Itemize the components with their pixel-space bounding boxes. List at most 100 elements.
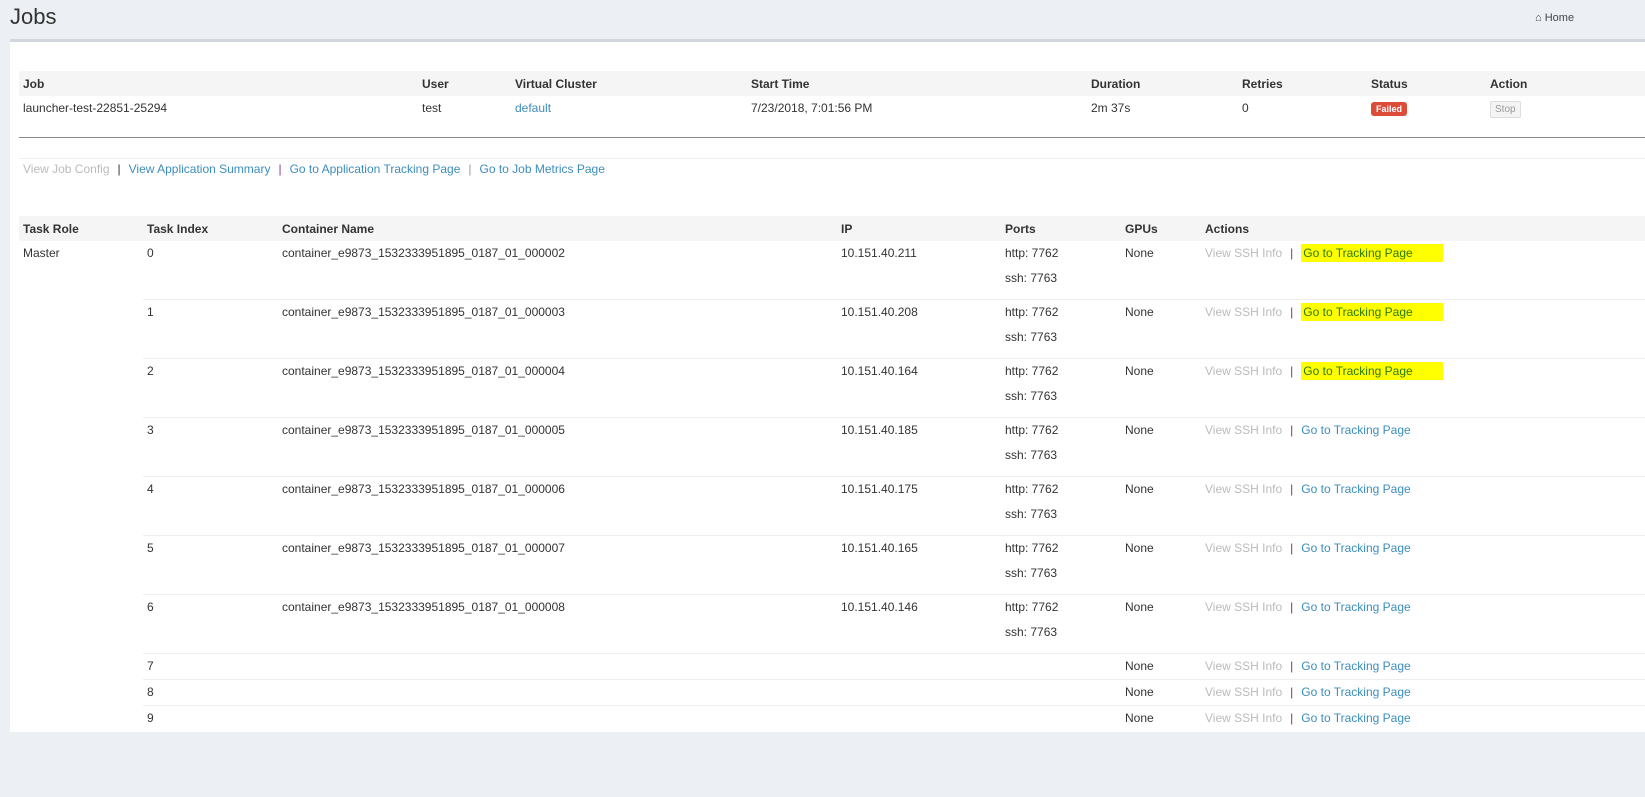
ssh-port: ssh: 7763 [1005,389,1058,403]
task-gpus: None [1121,679,1201,706]
task-row: 7 None View SSH Info | Go to Tracking Page [19,653,1645,680]
app-tracking-link[interactable]: Go to Application Tracking Page [290,162,461,176]
view-ssh-info-link[interactable]: View SSH Info [1205,423,1282,437]
task-index: 1 [143,299,278,359]
http-port: http: 7762 [1005,305,1059,319]
task-gpus: None [1121,705,1201,731]
task-ports: http: 7762 ssh: 7763 [1001,241,1121,300]
separator: | [1290,659,1294,673]
task-gpus: None [1121,653,1201,680]
breadcrumb-home[interactable]: Home [1545,12,1574,24]
container-name: container_e9873_1532333951895_0187_01_00… [278,299,837,359]
task-row: 3 container_e9873_1532333951895_0187_01_… [19,417,1645,477]
task-gpus: None [1121,535,1201,595]
tracking-page-link[interactable]: Go to Tracking Page [1303,364,1412,378]
job-header-user: User [418,71,511,96]
breadcrumb[interactable]: ⌂ Home [1535,12,1574,24]
tracking-page-link[interactable]: Go to Tracking Page [1301,600,1410,614]
tracking-page-link[interactable]: Go to Tracking Page [1301,423,1410,437]
task-ip [837,679,1001,706]
task-ip: 10.151.40.185 [837,417,1001,477]
separator: | [1290,711,1294,725]
stop-button[interactable]: Stop [1490,101,1521,118]
container-name: container_e9873_1532333951895_0187_01_00… [278,358,837,418]
task-actions: View SSH Info | Go to Tracking Page [1201,241,1645,300]
task-ports: http: 7762 ssh: 7763 [1001,594,1121,654]
job-links: View Job Config | View Application Summary… [23,162,605,176]
ssh-port: ssh: 7763 [1005,448,1058,462]
tracking-page-link[interactable]: Go to Tracking Page [1301,659,1410,673]
ssh-port: ssh: 7763 [1005,271,1058,285]
task-gpus: None [1125,246,1154,260]
highlight-mark: Go to Tracking Page [1301,303,1443,321]
task-index: 2 [143,358,278,418]
task-ip: 10.151.40.211 [841,246,917,260]
task-actions: View SSH Info | Go to Tracking Page [1201,594,1645,654]
view-ssh-info-link[interactable]: View SSH Info [1205,541,1282,555]
job-header-duration: Duration [1087,71,1238,96]
virtual-cluster-link[interactable]: default [515,101,551,115]
job-row: launcher-test-22851-25294 test default 7… [19,96,1645,122]
task-actions: View SSH Info | Go to Tracking Page [1201,705,1645,731]
task-ip: 10.151.40.146 [837,594,1001,654]
task-index: 0 [147,246,154,260]
job-header-virtual-cluster: Virtual Cluster [511,71,747,96]
view-ssh-info-link[interactable]: View SSH Info [1205,364,1282,378]
separator: | [1290,423,1294,437]
task-table: Task Role Task Index Container Name IP Ports… [19,216,1645,731]
task-row: Master 0 container_e9873_1532333951895_0… [19,241,1645,300]
tracking-page-link[interactable]: Go to Tracking Page [1301,685,1410,699]
task-gpus: None [1121,417,1201,477]
task-actions: View SSH Info | Go to Tracking Page [1201,358,1645,418]
view-job-config-link[interactable]: View Job Config [23,162,110,176]
task-row: 2 container_e9873_1532333951895_0187_01_… [19,358,1645,418]
task-ip [837,705,1001,731]
view-ssh-info-link[interactable]: View SSH Info [1205,711,1282,725]
view-ssh-info-link[interactable]: View SSH Info [1205,305,1282,319]
divider [19,158,1645,159]
view-ssh-info-link[interactable]: View SSH Info [1205,246,1282,260]
task-row: 4 container_e9873_1532333951895_0187_01_… [19,476,1645,536]
separator: | [1290,685,1294,699]
http-port: http: 7762 [1005,364,1059,378]
tracking-page-link[interactable]: Go to Tracking Page [1303,305,1412,319]
task-row: 6 container_e9873_1532333951895_0187_01_… [19,594,1645,654]
tracking-page-link[interactable]: Go to Tracking Page [1301,482,1410,496]
separator: | [1290,600,1294,614]
view-app-summary-link[interactable]: View Application Summary [129,162,271,176]
container-name: container_e9873_1532333951895_0187_01_00… [278,417,837,477]
task-index: 9 [143,705,278,731]
task-ip: 10.151.40.208 [837,299,1001,359]
view-ssh-info-link[interactable]: View SSH Info [1205,600,1282,614]
task-actions: View SSH Info | Go to Tracking Page [1201,476,1645,536]
view-ssh-info-link[interactable]: View SSH Info [1205,482,1282,496]
tracking-page-link[interactable]: Go to Tracking Page [1301,711,1410,725]
task-index: 3 [143,417,278,477]
ssh-port: ssh: 7763 [1005,507,1058,521]
home-icon: ⌂ [1535,12,1542,24]
task-index: 4 [143,476,278,536]
job-user: test [422,101,442,115]
view-ssh-info-link[interactable]: View SSH Info [1205,659,1282,673]
view-ssh-info-link[interactable]: View SSH Info [1205,685,1282,699]
task-header-task-index: Task Index [143,216,278,241]
task-index: 7 [143,653,278,680]
separator: | [1290,246,1294,260]
separator: | [117,162,121,176]
start-time: 7/23/2018, 7:01:56 PM [751,101,873,115]
task-header-task-role: Task Role [19,216,143,241]
job-metrics-link[interactable]: Go to Job Metrics Page [480,162,605,176]
http-port: http: 7762 [1005,423,1059,437]
separator: | [468,162,472,176]
container-name: container_e9873_1532333951895_0187_01_00… [278,535,837,595]
task-gpus: None [1121,358,1201,418]
container-name [278,679,837,706]
tracking-page-link[interactable]: Go to Tracking Page [1301,541,1410,555]
tracking-page-link[interactable]: Go to Tracking Page [1303,246,1412,260]
task-row: 5 container_e9873_1532333951895_0187_01_… [19,535,1645,595]
separator: | [278,162,282,176]
task-ports [1001,653,1121,680]
task-ports: http: 7762 ssh: 7763 [1001,299,1121,359]
task-header-ip: IP [837,216,1001,241]
task-ports: http: 7762 ssh: 7763 [1001,358,1121,418]
